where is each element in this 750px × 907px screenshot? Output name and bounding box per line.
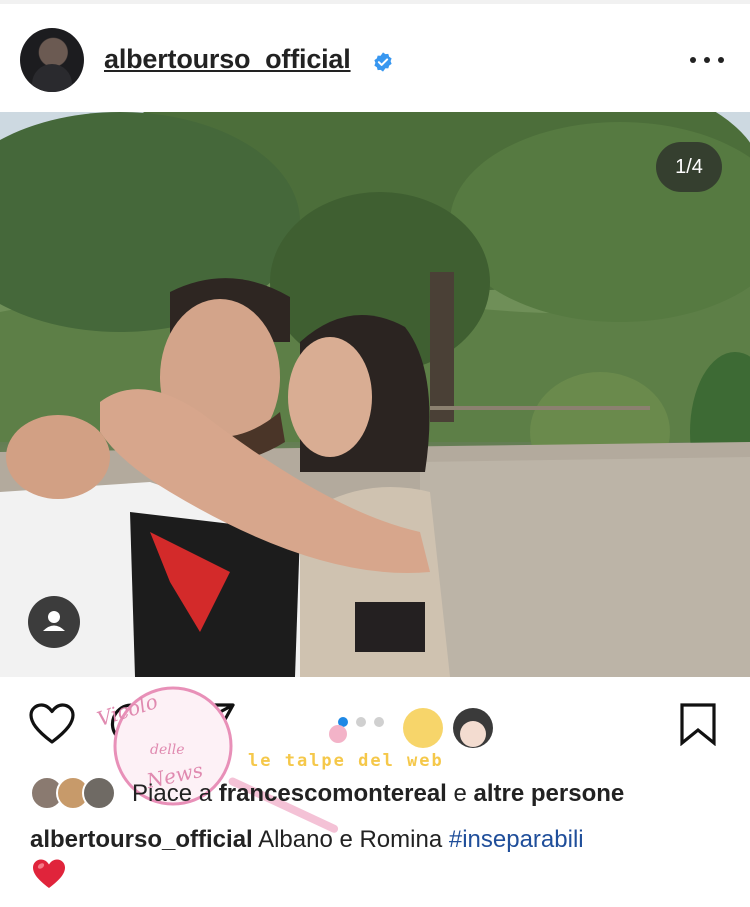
caption-hashtag[interactable]: #inseparabili [449, 826, 584, 853]
liker-avatars [30, 776, 120, 810]
likes-conjunction: e [453, 780, 467, 807]
post-username[interactable]: albertourso_official [104, 44, 351, 75]
caption-username[interactable]: albertourso_official [30, 826, 253, 853]
comment-bubble-icon[interactable] [108, 702, 154, 746]
watermark-banner-text: le talpe del web [248, 751, 444, 771]
heart-outline-icon[interactable] [28, 702, 76, 746]
likes-user-link[interactable]: francescomontereal [219, 780, 447, 807]
post-caption: albertourso_official Albano e Romina #in… [30, 826, 584, 854]
carousel-dot-active [338, 717, 348, 727]
likes-others-link[interactable]: altre persone [474, 780, 625, 807]
caption-text: Albano e Romina [258, 826, 443, 853]
post-header: albertourso_official [0, 4, 750, 112]
profile-avatar[interactable] [20, 28, 84, 92]
carousel-dot [374, 717, 384, 727]
post-photo-illustration [0, 112, 750, 677]
post-photo[interactable] [0, 112, 750, 677]
red-heart-emoji-icon [33, 859, 65, 888]
more-options-icon[interactable] [690, 53, 724, 67]
bookmark-icon[interactable] [678, 702, 718, 746]
carousel-dot [356, 717, 366, 727]
paper-plane-icon[interactable] [190, 702, 236, 746]
person-icon [43, 611, 65, 631]
verified-badge-icon [374, 52, 392, 72]
likes-prefix: Piace a [132, 780, 213, 807]
liker-avatar [82, 776, 116, 810]
carousel-indicator [338, 717, 384, 727]
watermark-logo-text-2: delle [150, 742, 185, 758]
likes-text: Piace a francescomontereal e altre perso… [132, 780, 624, 808]
likes-row[interactable]: Piace a francescomontereal e altre perso… [30, 774, 730, 814]
tagged-users-button[interactable] [28, 596, 80, 648]
carousel-page-counter: 1/4 [656, 142, 722, 192]
